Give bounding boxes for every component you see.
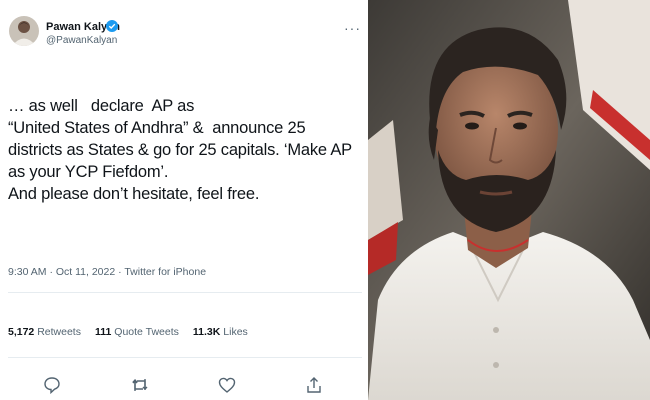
portrait-photo — [368, 0, 650, 400]
quotes-label: Quote Tweets — [114, 326, 179, 338]
retweets-stat[interactable]: 5,172 Retweets — [8, 326, 81, 338]
divider — [8, 292, 362, 293]
divider — [8, 357, 362, 358]
retweets-label: Retweets — [37, 326, 81, 338]
likes-label: Likes — [223, 326, 248, 338]
likes-stat[interactable]: 11.3K Likes — [193, 326, 248, 338]
author-handle[interactable]: @PawanKalyan — [46, 35, 117, 46]
like-icon[interactable] — [218, 376, 236, 394]
reply-icon[interactable] — [43, 376, 61, 394]
tweet-card: Pawan Kalyan @PawanKalyan ··· … as well … — [0, 0, 368, 400]
tweet-timestamp[interactable]: 9:30 AM · Oct 11, 2022 · Twitter for iPh… — [8, 266, 206, 278]
likes-count: 11.3K — [192, 326, 221, 338]
avatar[interactable] — [9, 16, 39, 46]
retweets-count: 5,172 — [8, 326, 35, 338]
tweet-text: … as well declare AP as “United States o… — [8, 97, 352, 203]
tweet-stats: 5,172 Retweets 111 Quote Tweets 11.3K Like… — [8, 326, 248, 338]
more-options-icon[interactable]: ··· — [344, 21, 361, 35]
retweet-icon[interactable] — [131, 376, 149, 394]
share-icon[interactable] — [305, 376, 323, 394]
quotes-count: 111 — [94, 326, 112, 338]
verified-badge-icon — [106, 20, 118, 32]
quotes-stat[interactable]: 111 Quote Tweets — [95, 326, 179, 338]
tweet-actions — [0, 372, 368, 400]
